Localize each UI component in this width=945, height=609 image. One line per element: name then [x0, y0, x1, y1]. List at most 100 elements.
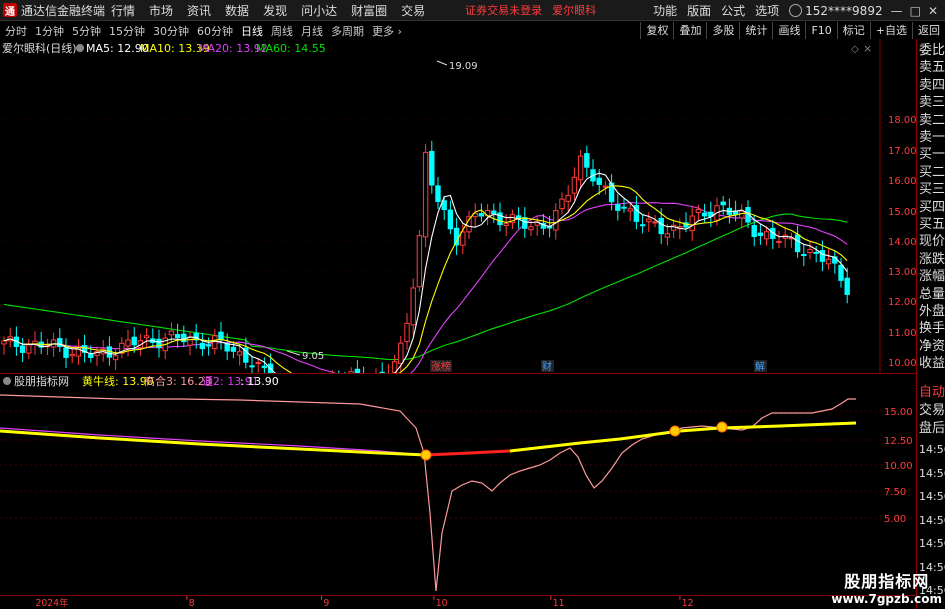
- candle-body: [670, 224, 677, 231]
- candle-body: [825, 258, 832, 265]
- candle-body: [689, 215, 695, 232]
- menu-quotes[interactable]: 行情: [111, 2, 135, 19]
- menu-function[interactable]: 功能: [653, 2, 677, 19]
- panel-item: 净资: [919, 338, 945, 354]
- candle-body: [819, 250, 826, 262]
- panel-item[interactable]: 自动: [919, 385, 945, 400]
- candle-body: [491, 210, 497, 215]
- add-watchlist-button[interactable]: +自选: [869, 22, 912, 39]
- indicator-chart[interactable]: 股朋指标网 黄牛线: 13.90 高合3: 16.23 通2: 13.91 : …: [0, 373, 916, 595]
- candle-body: [801, 254, 807, 257]
- candle-body: [199, 342, 206, 350]
- indicator-axis: 15.00 12.50 10.00 7.50 5.00: [884, 407, 913, 525]
- candle-body: [212, 335, 218, 350]
- panel-item: 卖一: [919, 130, 945, 145]
- candle-body: [63, 347, 69, 358]
- low-label: 9.05: [302, 351, 324, 362]
- candle-body: [236, 351, 243, 356]
- period-5min[interactable]: 5分钟: [72, 23, 101, 39]
- panel-item: 换手: [919, 321, 945, 337]
- panel-item: 买二: [919, 164, 945, 180]
- panel-item: 交易: [919, 403, 945, 418]
- panel-item: 收益: [919, 356, 945, 372]
- panel-item: 总量: [919, 286, 945, 302]
- candle-body: [571, 176, 578, 194]
- panel-item: 卖四: [919, 77, 945, 93]
- candle-body: [398, 342, 404, 364]
- candle-body: [112, 355, 119, 361]
- chart-diamond-icon[interactable]: ◇: [851, 44, 859, 55]
- user-id[interactable]: 152****9892: [805, 4, 882, 18]
- period-30min[interactable]: 30分钟: [153, 23, 189, 39]
- candle-body: [639, 224, 646, 227]
- menu-news[interactable]: 资讯: [187, 2, 211, 19]
- candle-body: [658, 217, 664, 235]
- menu-data[interactable]: 数据: [225, 2, 249, 19]
- pink-oscillator-line: [0, 394, 856, 592]
- menu-formula[interactable]: 公式: [721, 2, 745, 19]
- candle-body: [218, 331, 224, 341]
- candlestick-chart[interactable]: 18.00 17.00 16.00 15.00 14.00 13.00 12.0…: [0, 39, 916, 373]
- settings-gear-icon[interactable]: [76, 44, 84, 52]
- close-button[interactable]: ✕: [928, 4, 938, 18]
- candle-body: [807, 249, 813, 254]
- mark-button[interactable]: 标记: [836, 22, 870, 39]
- period-more[interactable]: 更多 ›: [372, 23, 402, 39]
- menu-options[interactable]: 选项: [755, 2, 779, 19]
- period-15min[interactable]: 15分钟: [109, 23, 145, 39]
- user-avatar-icon[interactable]: [789, 4, 803, 17]
- period-intraday[interactable]: 分时: [5, 23, 27, 39]
- back-button[interactable]: 返回: [912, 22, 945, 39]
- draw-line-button[interactable]: 画线: [772, 22, 805, 39]
- panel-item: 现价: [919, 234, 945, 250]
- panel-item: 14:56: [919, 513, 945, 527]
- period-60min[interactable]: 60分钟: [197, 23, 233, 39]
- period-daily[interactable]: 日线: [241, 23, 263, 39]
- period-multi[interactable]: 多周期: [331, 23, 364, 39]
- menu-discover[interactable]: 发现: [263, 2, 287, 19]
- date-label: 8: [189, 598, 195, 609]
- menu-wealth[interactable]: 财富圈: [351, 2, 387, 19]
- f10-button[interactable]: F10: [805, 22, 836, 39]
- indicator-name: 股朋指标网: [14, 374, 69, 388]
- indicator-gear-icon[interactable]: [3, 377, 11, 385]
- candle-body: [261, 365, 268, 369]
- yellow-bull-line: [0, 429, 427, 457]
- panel-item: 卖五: [919, 60, 945, 76]
- toolbar-right: 复权 叠加 多股 统计 画线 F10 标记 +自选 返回: [640, 22, 945, 39]
- candle-body: [763, 231, 770, 240]
- candles: [1, 140, 850, 373]
- period-weekly[interactable]: 周线: [271, 23, 293, 39]
- candle-body: [615, 204, 621, 211]
- panel-item: 买四: [919, 199, 945, 215]
- panel-item: 14:56: [919, 466, 945, 480]
- indicator-label-white: : 13.90: [240, 375, 279, 388]
- indicator-tick: 7.50: [884, 487, 906, 498]
- maximize-button[interactable]: □: [910, 4, 921, 18]
- overlay-button[interactable]: 叠加: [673, 22, 706, 39]
- menu-layout[interactable]: 版面: [687, 2, 711, 19]
- menu-trade[interactable]: 交易: [401, 2, 425, 19]
- candle-body: [143, 335, 150, 339]
- adjust-button[interactable]: 复权: [640, 22, 673, 39]
- statistics-button[interactable]: 统计: [739, 22, 772, 39]
- panel-item: 买三: [919, 182, 945, 198]
- chart-close-icon[interactable]: ×: [863, 42, 872, 55]
- menu-market[interactable]: 市场: [149, 2, 173, 19]
- multi-stock-button[interactable]: 多股: [706, 22, 739, 39]
- date-label: 9: [323, 598, 329, 609]
- period-1min[interactable]: 1分钟: [35, 23, 64, 39]
- event-tag-unlock-label: 解: [755, 360, 765, 373]
- panel-item: 买一: [919, 147, 945, 163]
- price-tick: 17.00: [888, 146, 916, 157]
- candle-body: [26, 344, 32, 354]
- login-status[interactable]: 证券交易未登录: [465, 2, 542, 18]
- period-monthly[interactable]: 月线: [301, 23, 323, 39]
- menu-ask[interactable]: 问小达: [301, 2, 337, 19]
- candle-body: [447, 209, 454, 230]
- panel-item: 14:56: [919, 443, 945, 456]
- app-title: 通达信金融终端: [21, 3, 106, 18]
- candle-body: [602, 185, 609, 188]
- minimize-button[interactable]: —: [891, 4, 903, 18]
- price-tick: 13.00: [888, 267, 916, 278]
